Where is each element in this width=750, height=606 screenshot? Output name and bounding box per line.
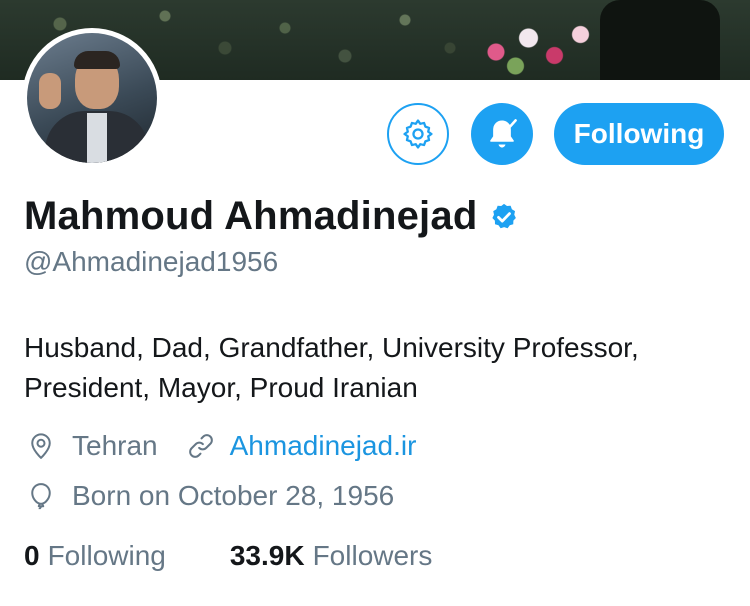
profile-bio: Husband, Dad, Grandfather, University Pr… [24,332,639,403]
map-pin-icon [31,433,51,459]
profile-stats: 0 Following 33.9K Followers [24,540,432,572]
followers-count: 33.9K [229,540,305,571]
profile-avatar[interactable] [22,28,162,168]
banner-figure [600,0,720,80]
settings-button[interactable] [387,103,449,165]
profile-name-row: Mahmoud Ahmadinejad [24,194,519,239]
bell-check-icon [490,119,517,148]
following-button[interactable]: Following [554,103,724,165]
link-icon [188,434,213,458]
following-stat[interactable]: 0 Following [24,540,166,572]
profile-birthdate: Born on October 28, 1956 [72,480,395,511]
followers-stat[interactable]: 33.9K Followers [230,540,433,572]
profile-website-link[interactable]: Ahmadinejad.ir [230,430,417,462]
verified-badge-icon [492,203,517,228]
followers-label: Followers [312,540,433,571]
profile-handle: @Ahmadinejad1956 [24,246,279,277]
gear-icon [403,119,433,149]
banner-flowers [470,10,600,80]
balloon-icon [31,483,51,510]
notifications-button[interactable] [471,103,533,165]
following-count: 0 [24,540,40,571]
profile-display-name: Mahmoud Ahmadinejad [24,194,478,238]
profile-meta-birthday: Born on October 28, 1956 [26,480,394,512]
profile-location: Tehran [72,430,158,461]
following-label: Following [47,540,166,571]
avatar-photo [27,33,157,163]
profile-meta-location-website: Tehran Ahmadinejad.ir [26,430,416,462]
